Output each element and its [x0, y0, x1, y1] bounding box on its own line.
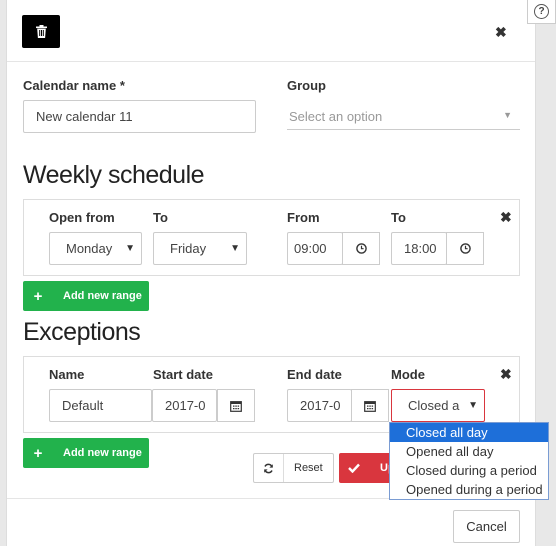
modal-footer: Cancel — [7, 498, 535, 546]
mode-option[interactable]: Closed all day — [390, 423, 548, 442]
mode-option[interactable]: Closed during a period — [390, 461, 548, 480]
to-value: Friday — [170, 241, 207, 256]
open-from-value: Monday — [66, 241, 113, 256]
clock-icon — [459, 243, 471, 254]
to-time-input[interactable]: 18:00 — [391, 232, 447, 265]
add-exception-range-button[interactable]: + Add new range — [23, 438, 149, 468]
calendar-name-input[interactable]: New calendar 11 — [23, 100, 256, 133]
close-icon[interactable]: ✖ — [495, 24, 507, 41]
plus-icon: + — [33, 444, 43, 462]
from-time-input[interactable]: 09:00 — [287, 232, 343, 265]
help-icon: ? — [534, 4, 549, 19]
group-label: Group — [287, 78, 326, 93]
col-mode: Mode — [391, 367, 425, 382]
cancel-label: Cancel — [466, 519, 507, 534]
col-start-date: Start date — [153, 367, 213, 382]
mode-dropdown: Closed all day Opened all day Closed dur… — [389, 422, 549, 500]
col-open-from: Open from — [49, 210, 115, 225]
col-to-time: To — [391, 210, 406, 225]
from-time-picker[interactable] — [342, 232, 380, 265]
weekly-schedule-title: Weekly schedule — [23, 161, 205, 189]
col-end-date: End date — [287, 367, 342, 382]
col-from: From — [287, 210, 320, 225]
end-date-input[interactable]: 2017-0 — [287, 389, 352, 422]
weekly-schedule-panel: Open from To From To ✖ Monday ▼ Friday ▼… — [23, 199, 520, 276]
add-weekly-range-button[interactable]: + Add new range — [23, 281, 149, 311]
help-button[interactable]: ? — [527, 0, 556, 24]
mode-value: Closed a — [408, 398, 460, 413]
plus-icon: + — [33, 287, 43, 305]
clock-icon — [355, 243, 367, 254]
exceptions-title: Exceptions — [23, 318, 141, 346]
open-from-select[interactable]: Monday ▼ — [49, 232, 142, 265]
add-range-label: Add new range — [63, 290, 142, 302]
mode-option[interactable]: Opened during a period — [390, 480, 548, 499]
col-name: Name — [49, 367, 85, 382]
mode-select[interactable]: Closed a ▼ — [391, 389, 485, 422]
remove-exception-icon[interactable]: ✖ — [500, 366, 512, 383]
start-date-picker[interactable] — [217, 389, 255, 422]
chevron-down-icon: ▼ — [503, 110, 512, 120]
caret-down-icon: ▼ — [125, 243, 135, 254]
end-date-picker[interactable] — [351, 389, 389, 422]
cancel-button[interactable]: Cancel — [453, 510, 520, 543]
caret-down-icon: ▼ — [468, 400, 478, 411]
caret-down-icon: ▼ — [230, 243, 240, 254]
to-time-picker[interactable] — [446, 232, 484, 265]
calendar-icon — [364, 400, 376, 412]
mode-option[interactable]: Opened all day — [390, 442, 548, 461]
calendar-icon — [230, 400, 242, 412]
group-select-placeholder: Select an option — [289, 109, 383, 124]
start-date-input[interactable]: 2017-0 — [152, 389, 217, 422]
add-range-label: Add new range — [63, 447, 142, 459]
remove-range-icon[interactable]: ✖ — [500, 209, 512, 226]
reset-button[interactable]: Reset — [253, 453, 334, 483]
check-icon — [339, 453, 369, 483]
calendar-name-label: Calendar name * — [23, 78, 125, 93]
delete-button[interactable] — [22, 15, 60, 48]
modal-header: ✖ — [7, 0, 535, 62]
refresh-icon — [254, 454, 284, 482]
to-select[interactable]: Friday ▼ — [153, 232, 247, 265]
reset-label: Reset — [294, 462, 323, 474]
group-select[interactable]: Select an option ▼ — [287, 102, 520, 130]
col-to: To — [153, 210, 168, 225]
trash-icon — [35, 25, 47, 38]
exception-name-input[interactable]: Default — [49, 389, 152, 422]
